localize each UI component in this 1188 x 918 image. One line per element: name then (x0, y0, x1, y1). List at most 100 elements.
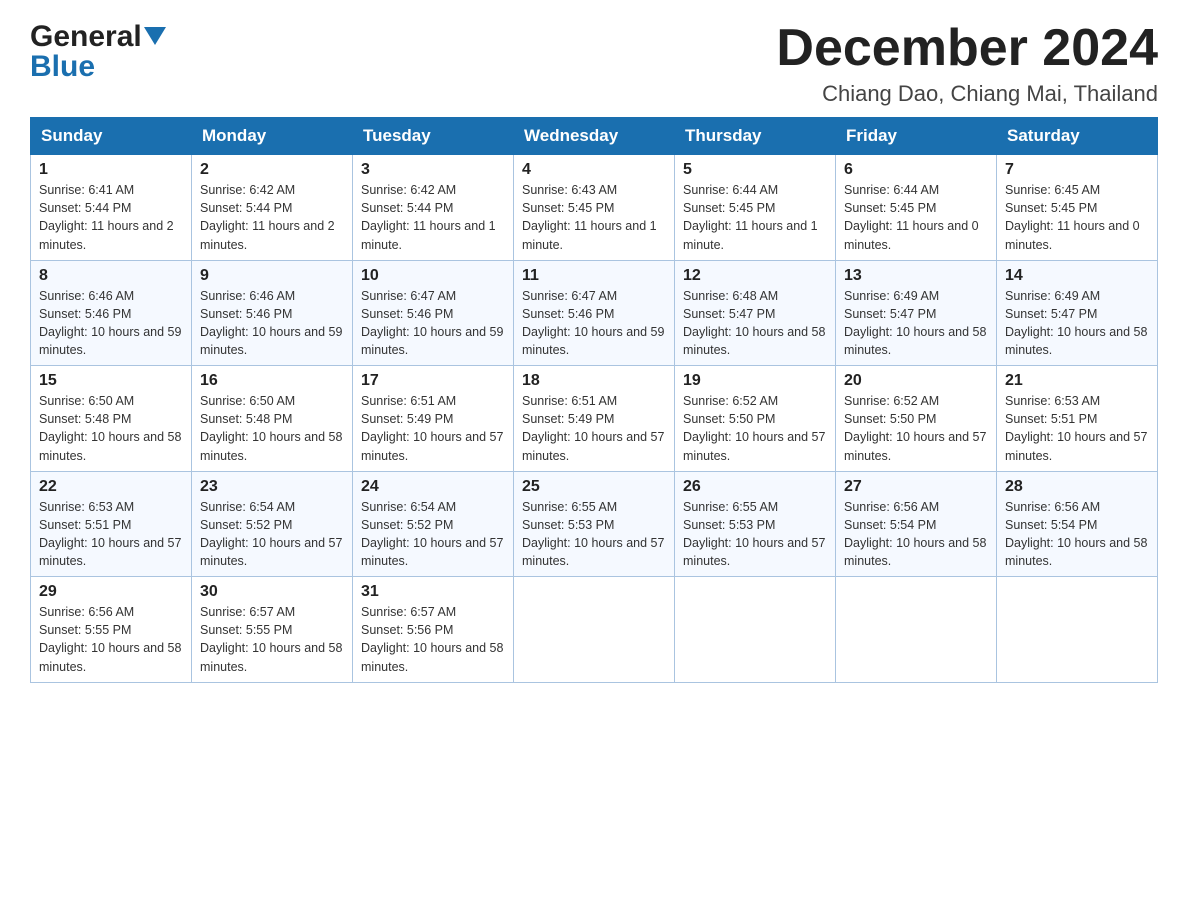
calendar-day-cell: 1 Sunrise: 6:41 AMSunset: 5:44 PMDayligh… (31, 155, 192, 261)
calendar-week-row: 15 Sunrise: 6:50 AMSunset: 5:48 PMDaylig… (31, 366, 1158, 472)
day-number: 28 (1005, 478, 1149, 496)
day-number: 2 (200, 161, 344, 179)
weekday-header-thursday: Thursday (675, 118, 836, 155)
calendar-table: SundayMondayTuesdayWednesdayThursdayFrid… (30, 117, 1158, 683)
calendar-day-cell: 31 Sunrise: 6:57 AMSunset: 5:56 PMDaylig… (353, 577, 514, 683)
day-info: Sunrise: 6:54 AMSunset: 5:52 PMDaylight:… (361, 498, 505, 571)
day-number: 26 (683, 478, 827, 496)
calendar-day-cell: 3 Sunrise: 6:42 AMSunset: 5:44 PMDayligh… (353, 155, 514, 261)
calendar-day-cell: 14 Sunrise: 6:49 AMSunset: 5:47 PMDaylig… (997, 260, 1158, 366)
weekday-header-wednesday: Wednesday (514, 118, 675, 155)
day-info: Sunrise: 6:41 AMSunset: 5:44 PMDaylight:… (39, 181, 183, 254)
day-info: Sunrise: 6:46 AMSunset: 5:46 PMDaylight:… (200, 287, 344, 360)
calendar-day-cell: 20 Sunrise: 6:52 AMSunset: 5:50 PMDaylig… (836, 366, 997, 472)
day-number: 7 (1005, 161, 1149, 179)
calendar-day-cell (675, 577, 836, 683)
day-info: Sunrise: 6:57 AMSunset: 5:55 PMDaylight:… (200, 603, 344, 676)
day-info: Sunrise: 6:50 AMSunset: 5:48 PMDaylight:… (200, 392, 344, 465)
day-number: 19 (683, 372, 827, 390)
day-number: 31 (361, 583, 505, 601)
day-number: 6 (844, 161, 988, 179)
day-info: Sunrise: 6:51 AMSunset: 5:49 PMDaylight:… (522, 392, 666, 465)
day-number: 3 (361, 161, 505, 179)
day-number: 17 (361, 372, 505, 390)
weekday-header-saturday: Saturday (997, 118, 1158, 155)
day-info: Sunrise: 6:55 AMSunset: 5:53 PMDaylight:… (683, 498, 827, 571)
day-number: 18 (522, 372, 666, 390)
calendar-day-cell: 6 Sunrise: 6:44 AMSunset: 5:45 PMDayligh… (836, 155, 997, 261)
calendar-day-cell: 2 Sunrise: 6:42 AMSunset: 5:44 PMDayligh… (192, 155, 353, 261)
calendar-day-cell: 11 Sunrise: 6:47 AMSunset: 5:46 PMDaylig… (514, 260, 675, 366)
calendar-day-cell (514, 577, 675, 683)
day-number: 30 (200, 583, 344, 601)
day-number: 23 (200, 478, 344, 496)
day-info: Sunrise: 6:53 AMSunset: 5:51 PMDaylight:… (39, 498, 183, 571)
calendar-day-cell: 5 Sunrise: 6:44 AMSunset: 5:45 PMDayligh… (675, 155, 836, 261)
calendar-week-row: 22 Sunrise: 6:53 AMSunset: 5:51 PMDaylig… (31, 471, 1158, 577)
day-number: 5 (683, 161, 827, 179)
day-number: 21 (1005, 372, 1149, 390)
weekday-header-monday: Monday (192, 118, 353, 155)
day-info: Sunrise: 6:48 AMSunset: 5:47 PMDaylight:… (683, 287, 827, 360)
calendar-day-cell: 30 Sunrise: 6:57 AMSunset: 5:55 PMDaylig… (192, 577, 353, 683)
calendar-day-cell: 26 Sunrise: 6:55 AMSunset: 5:53 PMDaylig… (675, 471, 836, 577)
day-info: Sunrise: 6:56 AMSunset: 5:55 PMDaylight:… (39, 603, 183, 676)
day-info: Sunrise: 6:47 AMSunset: 5:46 PMDaylight:… (522, 287, 666, 360)
day-info: Sunrise: 6:52 AMSunset: 5:50 PMDaylight:… (683, 392, 827, 465)
day-number: 12 (683, 267, 827, 285)
calendar-day-cell: 16 Sunrise: 6:50 AMSunset: 5:48 PMDaylig… (192, 366, 353, 472)
logo-blue-text: Blue (30, 50, 95, 84)
calendar-day-cell: 28 Sunrise: 6:56 AMSunset: 5:54 PMDaylig… (997, 471, 1158, 577)
day-number: 29 (39, 583, 183, 601)
day-info: Sunrise: 6:42 AMSunset: 5:44 PMDaylight:… (200, 181, 344, 254)
day-info: Sunrise: 6:55 AMSunset: 5:53 PMDaylight:… (522, 498, 666, 571)
day-info: Sunrise: 6:44 AMSunset: 5:45 PMDaylight:… (683, 181, 827, 254)
day-info: Sunrise: 6:49 AMSunset: 5:47 PMDaylight:… (844, 287, 988, 360)
calendar-day-cell: 29 Sunrise: 6:56 AMSunset: 5:55 PMDaylig… (31, 577, 192, 683)
day-number: 10 (361, 267, 505, 285)
logo-triangle-icon (144, 27, 166, 49)
calendar-day-cell: 27 Sunrise: 6:56 AMSunset: 5:54 PMDaylig… (836, 471, 997, 577)
weekday-header-sunday: Sunday (31, 118, 192, 155)
day-number: 25 (522, 478, 666, 496)
day-info: Sunrise: 6:43 AMSunset: 5:45 PMDaylight:… (522, 181, 666, 254)
day-number: 24 (361, 478, 505, 496)
calendar-day-cell: 15 Sunrise: 6:50 AMSunset: 5:48 PMDaylig… (31, 366, 192, 472)
calendar-day-cell: 12 Sunrise: 6:48 AMSunset: 5:47 PMDaylig… (675, 260, 836, 366)
page-header: General Blue December 2024 Chiang Dao, C… (30, 20, 1158, 107)
logo-general-text: General (30, 20, 142, 54)
day-number: 4 (522, 161, 666, 179)
day-number: 20 (844, 372, 988, 390)
calendar-day-cell: 10 Sunrise: 6:47 AMSunset: 5:46 PMDaylig… (353, 260, 514, 366)
day-info: Sunrise: 6:56 AMSunset: 5:54 PMDaylight:… (844, 498, 988, 571)
calendar-day-cell: 17 Sunrise: 6:51 AMSunset: 5:49 PMDaylig… (353, 366, 514, 472)
day-number: 9 (200, 267, 344, 285)
weekday-header-tuesday: Tuesday (353, 118, 514, 155)
logo: General Blue (30, 20, 166, 84)
calendar-day-cell: 21 Sunrise: 6:53 AMSunset: 5:51 PMDaylig… (997, 366, 1158, 472)
day-info: Sunrise: 6:49 AMSunset: 5:47 PMDaylight:… (1005, 287, 1149, 360)
day-number: 14 (1005, 267, 1149, 285)
calendar-day-cell: 9 Sunrise: 6:46 AMSunset: 5:46 PMDayligh… (192, 260, 353, 366)
title-section: December 2024 Chiang Dao, Chiang Mai, Th… (776, 20, 1158, 107)
weekday-header-row: SundayMondayTuesdayWednesdayThursdayFrid… (31, 118, 1158, 155)
day-number: 27 (844, 478, 988, 496)
day-info: Sunrise: 6:45 AMSunset: 5:45 PMDaylight:… (1005, 181, 1149, 254)
calendar-day-cell: 7 Sunrise: 6:45 AMSunset: 5:45 PMDayligh… (997, 155, 1158, 261)
day-info: Sunrise: 6:44 AMSunset: 5:45 PMDaylight:… (844, 181, 988, 254)
calendar-day-cell: 8 Sunrise: 6:46 AMSunset: 5:46 PMDayligh… (31, 260, 192, 366)
calendar-day-cell: 4 Sunrise: 6:43 AMSunset: 5:45 PMDayligh… (514, 155, 675, 261)
day-info: Sunrise: 6:52 AMSunset: 5:50 PMDaylight:… (844, 392, 988, 465)
day-number: 1 (39, 161, 183, 179)
day-info: Sunrise: 6:57 AMSunset: 5:56 PMDaylight:… (361, 603, 505, 676)
month-title: December 2024 (776, 20, 1158, 77)
calendar-week-row: 1 Sunrise: 6:41 AMSunset: 5:44 PMDayligh… (31, 155, 1158, 261)
day-info: Sunrise: 6:47 AMSunset: 5:46 PMDaylight:… (361, 287, 505, 360)
day-number: 11 (522, 267, 666, 285)
day-number: 15 (39, 372, 183, 390)
day-info: Sunrise: 6:54 AMSunset: 5:52 PMDaylight:… (200, 498, 344, 571)
day-info: Sunrise: 6:42 AMSunset: 5:44 PMDaylight:… (361, 181, 505, 254)
calendar-day-cell: 23 Sunrise: 6:54 AMSunset: 5:52 PMDaylig… (192, 471, 353, 577)
calendar-day-cell (836, 577, 997, 683)
calendar-week-row: 8 Sunrise: 6:46 AMSunset: 5:46 PMDayligh… (31, 260, 1158, 366)
